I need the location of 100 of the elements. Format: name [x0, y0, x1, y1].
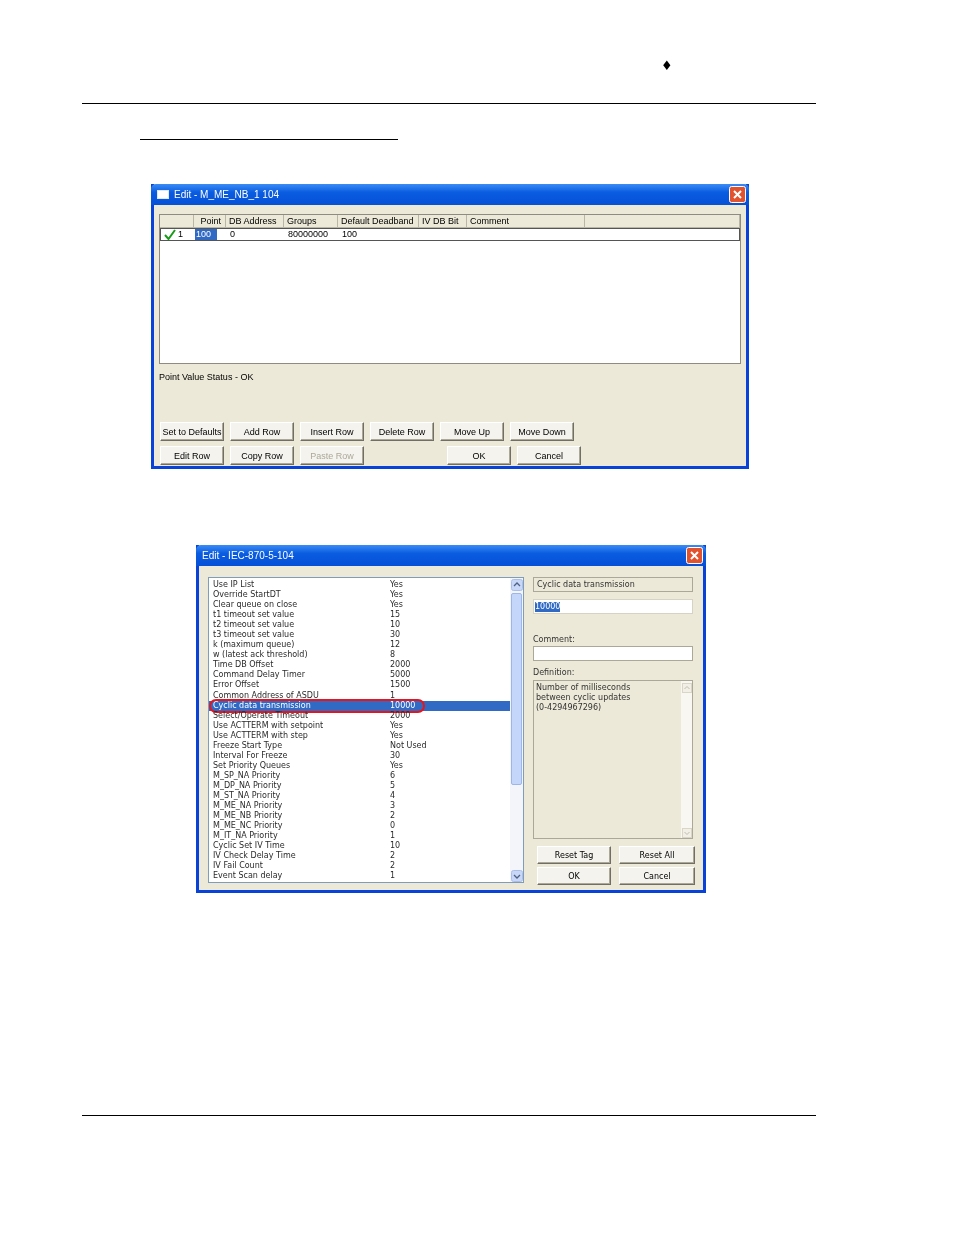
setting-name: Cyclic Set IV Time — [213, 841, 286, 851]
list-row[interactable]: Override StartDT Yes — [209, 590, 510, 601]
button[interactable]: Set to Defaults — [160, 422, 224, 441]
list-row[interactable]: M_ME_NB Priority 2 — [209, 811, 510, 822]
setting-value: 6 — [390, 770, 396, 781]
button[interactable]: Cancel — [619, 867, 695, 885]
setting-name: Override StartDT — [213, 590, 282, 600]
list-row[interactable]: M_ST_NA Priority 4 — [209, 791, 510, 802]
setting-name: M_DP_NA Priority — [213, 780, 283, 791]
button[interactable]: OK — [537, 867, 611, 885]
list-row[interactable]: M_DP_NA Priority 5 — [209, 780, 510, 791]
setting-value: 30 — [390, 630, 401, 640]
setting-name: IV Check Delay Time — [213, 851, 297, 861]
button[interactable]: Move Up — [440, 422, 504, 441]
setting-name: Use ACTTERM with step — [213, 730, 309, 741]
table-cell[interactable]: 100 — [195, 229, 217, 240]
setting-value: 4 — [390, 791, 396, 801]
setting-value: 1 — [390, 690, 396, 701]
setting-value: 2000 — [390, 660, 411, 670]
button[interactable]: Reset Tag — [537, 846, 611, 864]
setting-name: Cyclic data transmission — [213, 700, 312, 711]
list-row[interactable]: Clear queue on close Yes — [209, 600, 510, 611]
setting-name: Common Address of ASDU — [213, 690, 320, 701]
list-row[interactable]: t3 timeout set value 30 — [209, 630, 510, 641]
list-row[interactable]: Use IP List Yes — [209, 580, 510, 591]
definition-label: Definition: — [533, 668, 576, 678]
list-row[interactable]: k (maximum queue) 12 — [209, 640, 510, 651]
setting-name: t3 timeout set value — [213, 630, 296, 640]
column-header — [160, 215, 194, 228]
list-row[interactable]: Use ACTTERM with step Yes — [209, 730, 510, 741]
setting-name: Set Priority Queues — [213, 760, 292, 771]
list-row[interactable]: Common Address of ASDU 1 — [209, 690, 510, 701]
list-row[interactable]: M_IT_NA Priority 1 — [209, 831, 510, 842]
setting-name: t2 timeout set value — [213, 620, 296, 630]
list-row[interactable]: IV Check Delay Time 2 — [209, 851, 510, 862]
button[interactable]: Add Row — [230, 422, 294, 441]
list-row[interactable]: Freeze Start Type Not Used — [209, 740, 510, 751]
setting-name: M_SP_NA Priority — [213, 770, 282, 781]
setting-value: 10 — [390, 620, 401, 630]
setting-name: Error Offset — [213, 680, 260, 691]
setting-value: 5000 — [390, 670, 411, 680]
setting-value: Yes — [390, 580, 403, 590]
setting-value: 12 — [390, 640, 401, 650]
row-number: 1 — [178, 229, 183, 240]
button[interactable]: Insert Row — [300, 422, 364, 441]
setting-value: Yes — [390, 600, 403, 610]
scroll-up-icon[interactable] — [510, 579, 523, 591]
list-row[interactable]: Select/Operate Timeout 2000 — [209, 710, 510, 721]
scrollbar[interactable] — [510, 578, 523, 882]
scroll-thumb[interactable] — [511, 593, 522, 785]
list-row[interactable]: Set Priority Queues Yes — [209, 760, 510, 771]
table-cell[interactable]: 100 — [339, 229, 420, 240]
table-cell[interactable]: 0 — [227, 229, 285, 240]
tag-name-field: Cyclic data transmission — [533, 577, 693, 592]
button[interactable]: Cancel — [517, 446, 581, 465]
setting-value: 2 — [390, 861, 396, 871]
close-icon[interactable] — [729, 186, 746, 203]
setting-value: 10 — [390, 841, 401, 851]
button[interactable]: Edit Row — [160, 446, 224, 465]
setting-value: 10000 — [390, 700, 416, 711]
list-row[interactable]: M_SP_NA Priority 6 — [209, 770, 510, 781]
list-row[interactable]: Interval For Freeze 30 — [209, 750, 510, 761]
setting-name: M_ME_NC Priority — [213, 821, 284, 831]
list-row[interactable]: t1 timeout set value 15 — [209, 610, 510, 621]
button[interactable]: OK — [447, 446, 511, 465]
list-row[interactable]: t2 timeout set value 10 — [209, 620, 510, 631]
setting-value: 1 — [390, 871, 396, 882]
list-row[interactable]: M_ME_NA Priority 3 — [209, 801, 510, 812]
setting-name: Clear queue on close — [213, 600, 299, 610]
setting-name: Time DB Offset — [213, 660, 275, 670]
list-row[interactable]: M_ME_NC Priority 0 — [209, 821, 510, 832]
value-field[interactable]: 10000 — [533, 599, 693, 614]
button[interactable]: Reset All — [619, 846, 695, 864]
setting-value: 1500 — [390, 680, 411, 691]
setting-name: IV Fail Count — [213, 861, 264, 871]
column-header: Comment — [467, 215, 585, 228]
button[interactable]: Delete Row — [370, 422, 434, 441]
setting-name: t1 timeout set value — [213, 610, 296, 620]
list-row[interactable]: Cyclic Set IV Time 10 — [209, 841, 510, 852]
setting-value: 2 — [390, 851, 396, 861]
setting-name: M_IT_NA Priority — [213, 831, 278, 842]
list-row[interactable]: w (latest ack threshold) 8 — [209, 650, 510, 661]
comment-field[interactable] — [533, 646, 693, 661]
setting-value: 3 — [390, 801, 396, 811]
button[interactable]: Copy Row — [230, 446, 294, 465]
list-row[interactable]: Error Offset 1500 — [209, 680, 510, 691]
list-row[interactable]: IV Fail Count 2 — [209, 861, 510, 872]
setting-value: 2 — [390, 811, 396, 821]
scroll-down-icon[interactable] — [510, 870, 523, 882]
list-row[interactable]: Command Delay Timer 5000 — [209, 670, 510, 681]
close-icon[interactable] — [686, 547, 703, 564]
table-cell[interactable]: 80000000 — [285, 229, 339, 240]
list-row[interactable]: Cyclic data transmission 10000 — [209, 700, 510, 711]
button[interactable]: Move Down — [510, 422, 574, 441]
status-text: Point Value Status - OK — [159, 371, 255, 383]
setting-value: Yes — [390, 720, 403, 731]
setting-value: 1 — [390, 831, 396, 841]
list-row[interactable]: Time DB Offset 2000 — [209, 660, 510, 671]
list-row[interactable]: Use ACTTERM with setpoint Yes — [209, 720, 510, 731]
list-row[interactable]: Event Scan delay 1 — [209, 871, 510, 882]
